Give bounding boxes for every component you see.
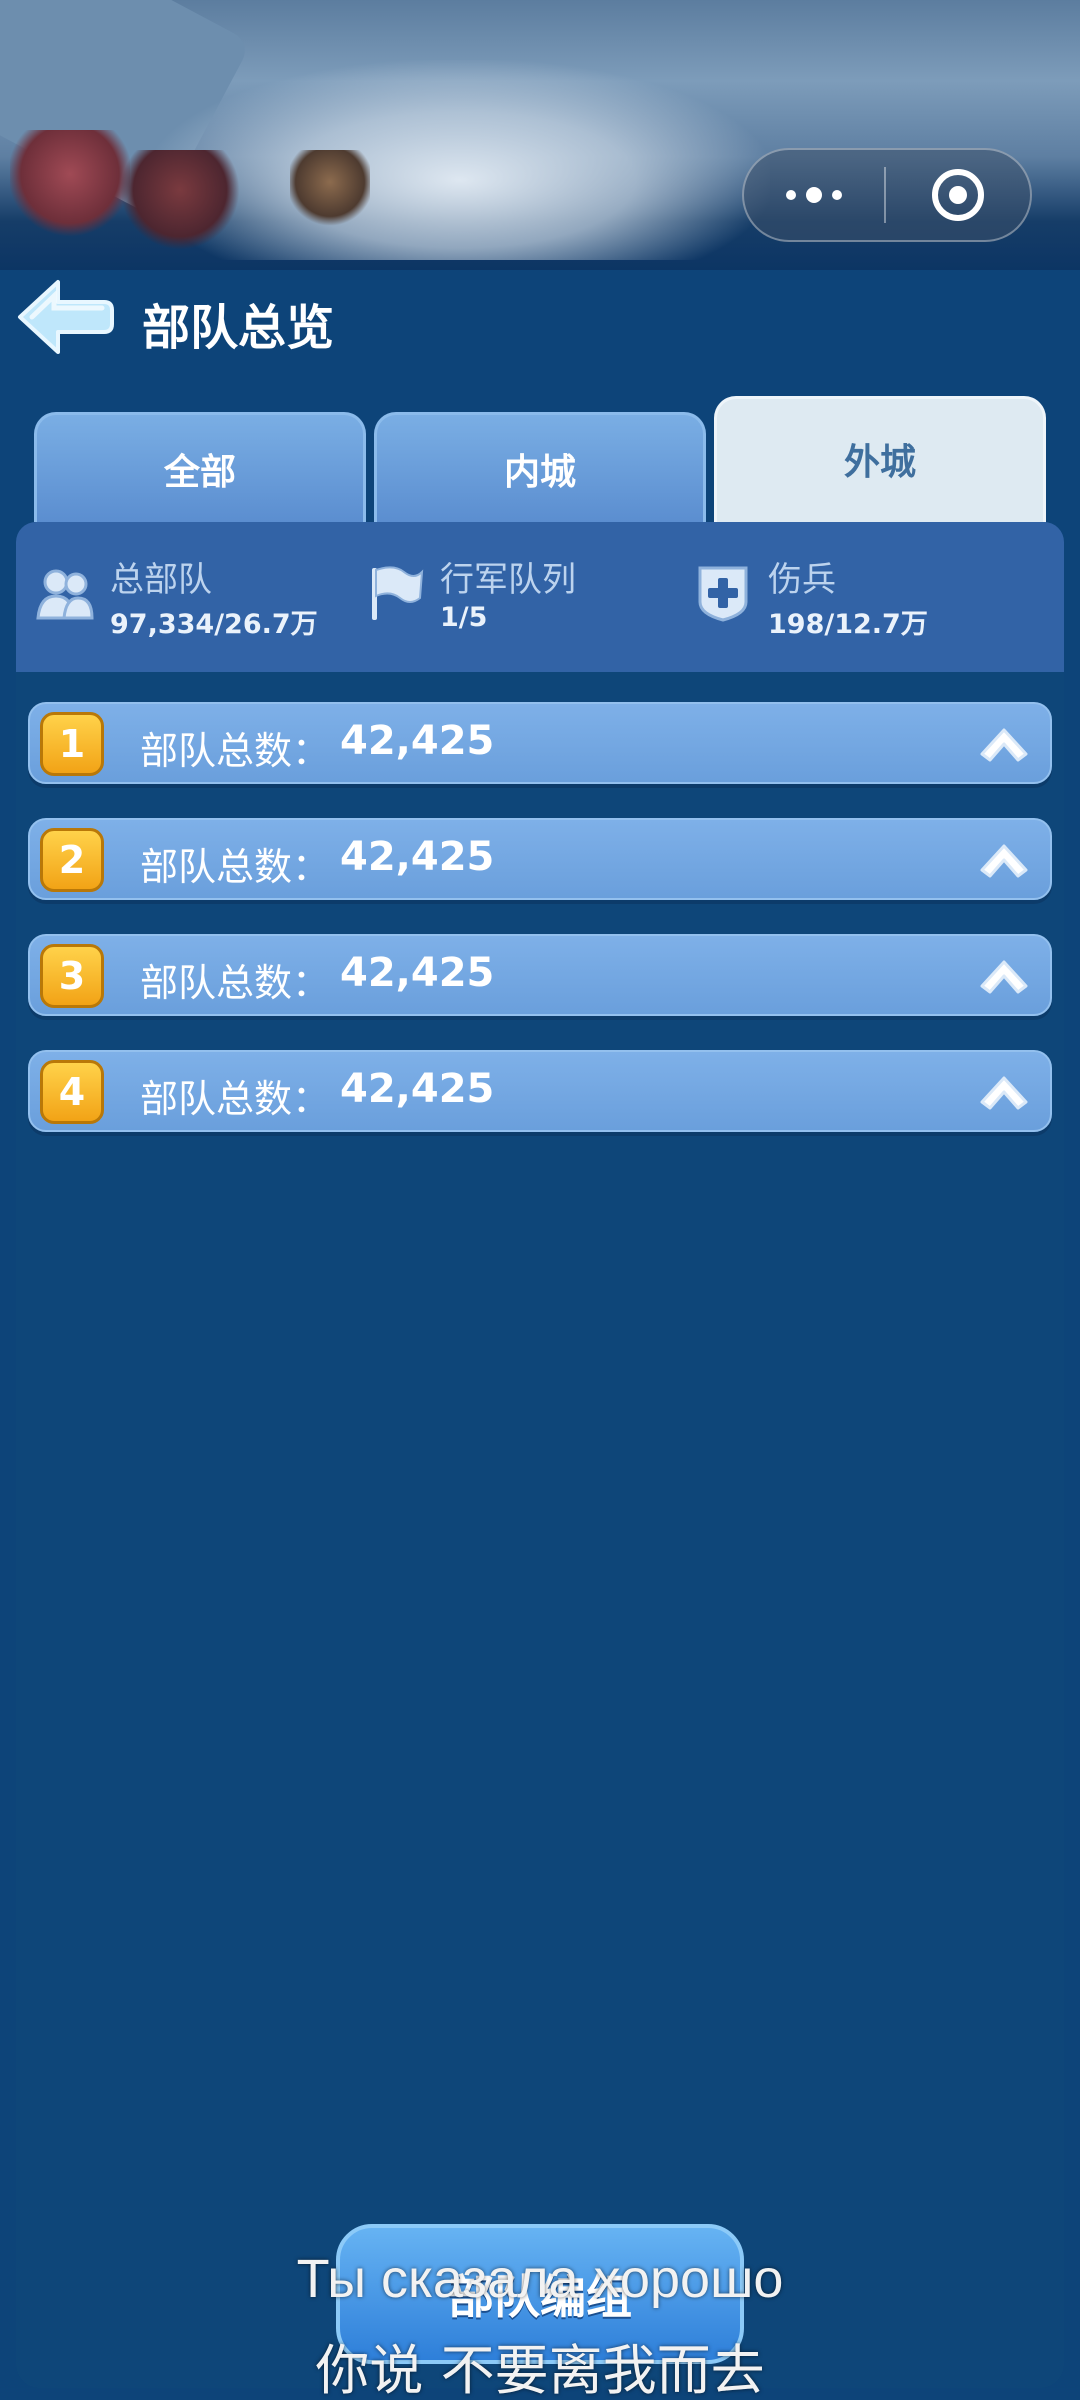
target-icon <box>932 169 984 221</box>
troop-index-badge: 2 <box>40 828 104 892</box>
stat-label: 伤兵 <box>768 560 836 600</box>
medical-cross-icon <box>698 566 748 622</box>
troop-row[interactable]: 2 部队总数： 42,425 <box>28 818 1052 900</box>
page-title: 部队总览 <box>142 300 335 356</box>
stat-value: 1/5 <box>440 602 488 633</box>
banner-snow <box>150 60 770 260</box>
chevron-up-icon[interactable] <box>976 834 1032 884</box>
back-arrow-icon <box>18 280 114 354</box>
more-dot-icon <box>806 187 822 203</box>
stat-label: 行军队列 <box>440 560 576 600</box>
troop-count-label: 部队总数： <box>140 961 331 1005</box>
miniprogram-capsule <box>742 148 1032 242</box>
troop-count-value: 42,425 <box>340 834 495 880</box>
troop-count-label: 部队总数： <box>140 1077 331 1121</box>
banner-character <box>120 150 240 250</box>
chevron-up-icon[interactable] <box>976 718 1032 768</box>
more-menu-button[interactable] <box>744 150 884 240</box>
troop-overview-screen: 部队总览 全部 内城 外城 总部队 97,334/26.7万 行军队列 1/5 <box>0 0 1080 2400</box>
troop-row[interactable]: 3 部队总数： 42,425 <box>28 934 1052 1016</box>
tab-inner-city[interactable]: 内城 <box>374 412 706 522</box>
stat-label: 总部队 <box>110 560 212 600</box>
stats-bar: 总部队 97,334/26.7万 行军队列 1/5 伤兵 198/12.7万 <box>16 522 1064 672</box>
subtitle-line-1: Ты сказала хорошо <box>296 2249 784 2309</box>
back-button[interactable] <box>14 272 114 362</box>
troop-count-label: 部队总数： <box>140 729 331 773</box>
tab-all[interactable]: 全部 <box>34 412 366 522</box>
troop-index-badge: 3 <box>40 944 104 1008</box>
troops-icon <box>36 569 94 620</box>
chevron-up-icon[interactable] <box>976 1066 1032 1116</box>
more-dot-icon <box>786 190 796 200</box>
troop-count-value: 42,425 <box>340 1066 495 1112</box>
troop-panel <box>16 522 1064 2388</box>
troop-index-badge: 4 <box>40 1060 104 1124</box>
troop-row[interactable]: 1 部队总数： 42,425 <box>28 702 1052 784</box>
tab-outer-city[interactable]: 外城 <box>714 396 1046 526</box>
banner-character <box>290 150 370 230</box>
subtitle-line-2: 你说 不要离我而去 <box>315 2339 765 2400</box>
troop-index-badge: 1 <box>40 712 104 776</box>
flag-icon <box>372 566 424 620</box>
troop-count-label: 部队总数： <box>140 845 331 889</box>
troop-row[interactable]: 4 部队总数： 42,425 <box>28 1050 1052 1132</box>
more-dot-icon <box>832 190 842 200</box>
troop-count-value: 42,425 <box>340 950 495 996</box>
close-miniprogram-button[interactable] <box>886 150 1030 240</box>
banner-character <box>10 130 130 240</box>
chevron-up-icon[interactable] <box>976 950 1032 1000</box>
troop-count-value: 42,425 <box>340 718 495 764</box>
stat-value: 97,334/26.7万 <box>110 609 318 640</box>
stat-value: 198/12.7万 <box>768 609 928 640</box>
